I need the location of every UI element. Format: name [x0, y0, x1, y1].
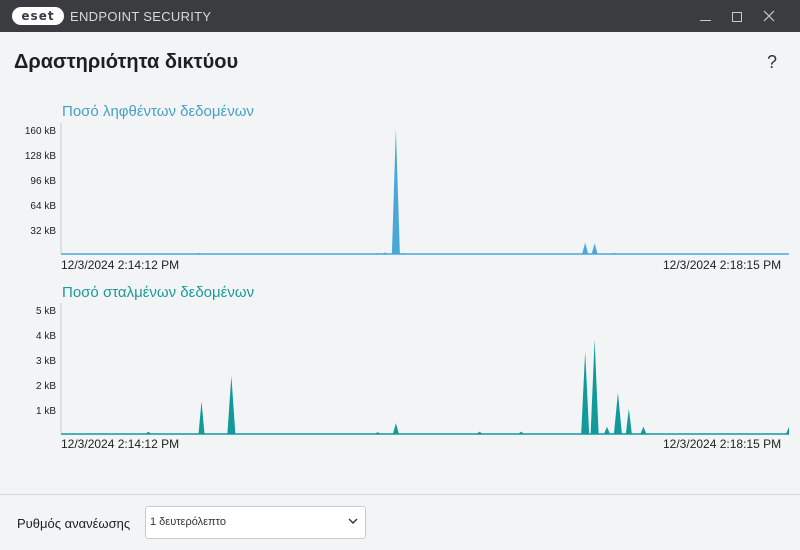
- sent-data-peak: [786, 426, 789, 434]
- sent-data-peak: [613, 392, 622, 434]
- sent-data-peak: [145, 431, 152, 434]
- sent-data-peak: [227, 375, 236, 434]
- sent-data-peak: [198, 401, 205, 434]
- sent-data-peak: [518, 431, 525, 434]
- chevron-down-icon: [348, 518, 358, 524]
- refresh-rate-label: Ρυθμός ανανέωσης: [17, 516, 131, 531]
- sent-data-peak: [374, 432, 381, 434]
- sent-data-peak: [476, 431, 483, 434]
- sent-data-peak: [604, 426, 610, 434]
- sent-data-peak: [625, 408, 632, 434]
- sent-data-peak: [640, 426, 647, 434]
- received-data-peak: [591, 243, 598, 254]
- received-data-peak: [391, 128, 400, 254]
- sent-data-peak: [392, 423, 399, 434]
- footer-bar: Ρυθμός ανανέωσης 1 δευτερόλεπτο: [0, 494, 800, 550]
- sent-data-peak: [581, 351, 590, 434]
- refresh-rate-value: 1 δευτερόλεπτο: [150, 516, 226, 528]
- refresh-rate-select[interactable]: 1 δευτερόλεπτο: [145, 506, 366, 539]
- received-data-peak: [582, 242, 589, 254]
- sent-data-peak: [590, 339, 599, 434]
- network-activity-charts: [60, 123, 789, 435]
- received-data-peak: [381, 252, 388, 254]
